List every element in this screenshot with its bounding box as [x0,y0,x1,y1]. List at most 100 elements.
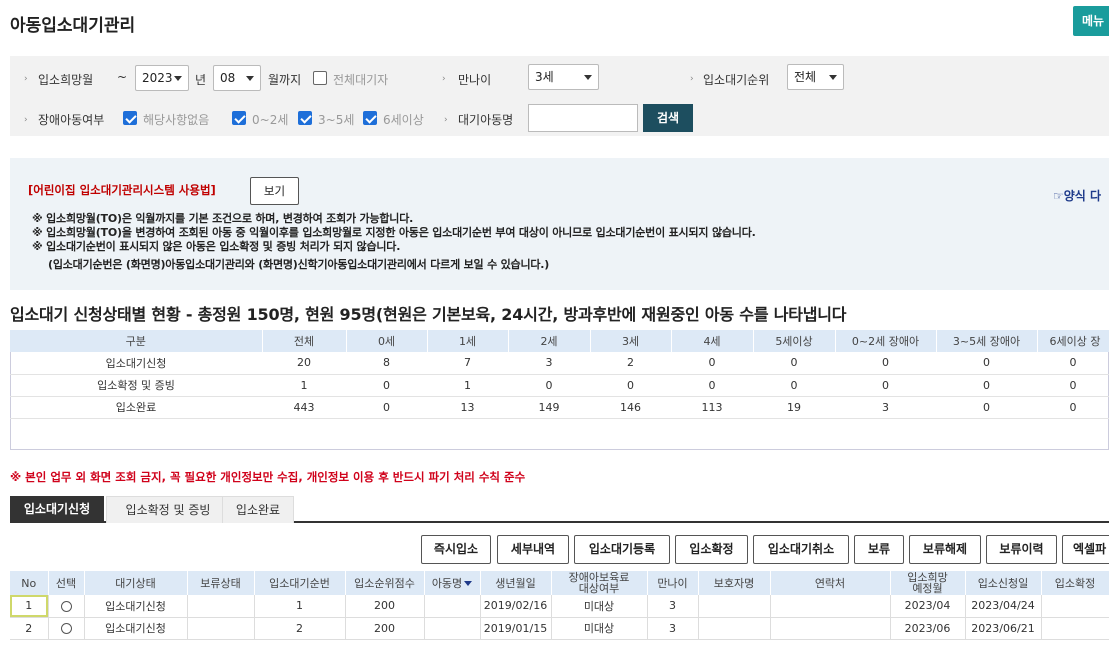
status-cell: 146 [590,396,671,419]
list-cell [424,595,481,618]
status-header-row: 구분 전체 0세 1세 2세 3세 4세 5세이상 0~2세 장애아 3~5세 … [10,330,1109,352]
none-checkbox[interactable] [123,111,137,125]
list-col-header: 입소확정 [1041,571,1109,595]
child-name-input[interactable] [528,104,638,132]
status-cell: 1 [262,374,346,397]
child-name-sort-header[interactable]: 아동명 [424,571,481,595]
tab-admission-complete[interactable]: 입소완료 [222,496,294,523]
age-0-2-checkbox[interactable] [232,111,246,125]
release-hold-button[interactable]: 보류해제 [909,535,981,564]
view-guide-button[interactable]: 보기 [250,177,299,205]
age-select-value: 3세 [535,70,554,84]
status-cell: 0 [346,374,427,397]
list-cell: 2 [10,617,49,640]
excel-download-button[interactable]: 엑셀파 [1062,535,1109,564]
form-download-link[interactable]: ☞양식 다 [1053,187,1101,204]
age-select[interactable]: 3세 [528,64,599,90]
age-6-checkbox[interactable] [363,111,377,125]
year-select-value: 2023 [142,71,173,85]
list-header-row: No 선택 대기상태 보류상태 입소대기순번 입소순위점수 아동명 생년월일 장… [10,571,1109,595]
status-cell: 0 [346,396,427,419]
confirm-admission-button[interactable]: 입소확정 [675,535,748,564]
status-col-header: 4세 [671,330,754,352]
search-button[interactable]: 검색 [643,104,693,132]
status-cell: 19 [753,396,835,419]
list-col-header: 입소신청일 [965,571,1042,595]
list-col-header: 보호자명 [698,571,771,595]
register-waiting-button[interactable]: 입소대기등록 [574,535,670,564]
table-row[interactable]: 1 입소대기신청 1 200 2019/02/16 미대상 3 2023/04 2023/04/… [10,595,1109,618]
list-cell [1041,617,1109,640]
status-cell: 8 [346,352,427,375]
radio-icon[interactable] [60,623,72,634]
none-checkbox-label: 해당사항없음 [143,113,210,127]
age-0-2-label: 0~2세 [252,113,289,127]
status-row: 입소대기신청 20 8 7 3 2 0 0 0 0 0 [10,352,1109,375]
status-cell: 0 [835,374,936,397]
details-button[interactable]: 세부내역 [497,535,569,564]
list-cell: 2019/02/16 [480,595,552,618]
all-waiting-checkbox[interactable] [313,71,327,85]
status-cell: 0 [936,352,1037,375]
list-cell [424,617,481,640]
list-col-header: 대기상태 [84,571,188,595]
month-select[interactable]: 08 [213,65,261,91]
tab-bar: 입소대기신청 입소확정 및 증빙 입소완료 [10,496,1109,523]
status-row-label: 입소대기신청 [10,352,262,375]
row-select-radio-cell[interactable] [48,595,85,618]
year-select[interactable]: 2023 [135,65,189,91]
list-col-header: 선택 [48,571,85,595]
list-cell: 1 [254,595,346,618]
list-cell: 3 [647,617,699,640]
status-cell: 0 [753,352,835,375]
hold-history-button[interactable]: 보류이력 [986,535,1057,564]
list-cell: 200 [345,595,425,618]
list-cell: 미대상 [551,595,648,618]
hope-month-label: 입소희망월 [38,73,94,87]
list-col-header: 만나이 [647,571,699,595]
notice-line: (입소대기순번은 (화면명)아동입소대기관리와 (화면명)신학기아동입소대기관리… [48,258,550,271]
list-cell [187,595,255,618]
tab-confirm-proof[interactable]: 입소확정 및 증빙 [106,496,230,523]
status-cell: 7 [427,352,508,375]
list-col-header: 생년월일 [480,571,552,595]
status-col-header: 3세 [590,330,672,352]
child-name-label: 대기아동명 [458,113,514,127]
table-row[interactable]: 2 입소대기신청 2 200 2019/01/15 미대상 3 2023/06 2023/06/… [10,617,1109,640]
list-cell [770,617,891,640]
list-col-header: 보류상태 [187,571,255,595]
hold-button[interactable]: 보류 [854,535,904,564]
age-6-label: 6세이상 [383,113,424,127]
status-cell: 0 [1037,396,1109,419]
bullet-arrow-icon: › [444,115,448,125]
status-col-header: 6세이상 장 [1037,330,1109,352]
usage-guide-title: [어린이집 입소대기관리시스템 사용법] [28,183,216,197]
status-col-header: 2세 [508,330,591,352]
menu-button[interactable]: 메뉴 [1073,6,1109,36]
radio-icon[interactable] [60,600,72,612]
status-col-header: 전체 [262,330,347,352]
sort-down-icon [464,581,473,586]
notice-line: ※ 입소대기순번이 표시되지 않은 아동은 입소확정 및 증빙 처리가 되지 않… [32,240,401,253]
status-cell: 0 [590,374,671,397]
status-cell: 113 [671,396,753,419]
order-select[interactable]: 전체 [787,64,844,90]
tilde-label: ~ [117,70,128,84]
status-cell: 149 [508,396,590,419]
status-col-header: 0~2세 장애아 [835,330,937,352]
list-cell: 1 [10,595,49,618]
status-cell: 0 [1037,352,1109,375]
status-cell: 1 [427,374,508,397]
list-cell: 2023/06/21 [965,617,1042,640]
immediate-admission-button[interactable]: 즉시입소 [421,535,491,564]
list-cell: 2 [254,617,346,640]
row-select-radio-cell[interactable] [48,617,85,640]
status-cell: 0 [753,374,835,397]
status-cell: 0 [671,374,753,397]
status-cell: 0 [671,352,753,375]
cancel-waiting-button[interactable]: 입소대기취소 [753,535,849,564]
chevron-down-icon [174,76,182,81]
age-3-5-checkbox[interactable] [298,111,312,125]
year-suffix: 년 [195,73,207,87]
tab-waiting-application[interactable]: 입소대기신청 [10,496,104,523]
